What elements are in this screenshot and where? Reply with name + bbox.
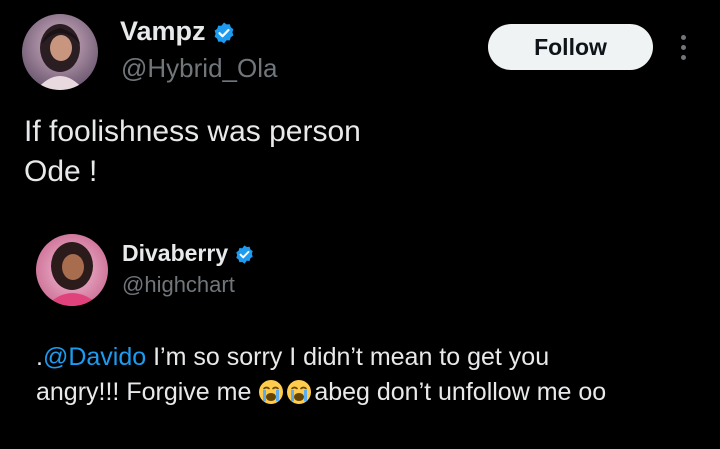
mention-link[interactable]: @Davido bbox=[43, 343, 146, 371]
loudly-crying-face-icon bbox=[286, 379, 312, 405]
quoted-text-line-1: .@Davido I’m so sorry I didn’t mean to g… bbox=[36, 340, 706, 375]
quoted-author-name[interactable]: Divaberry bbox=[122, 238, 255, 268]
more-options-icon[interactable] bbox=[676, 30, 690, 64]
author-name-text: Vampz bbox=[120, 16, 206, 46]
tweet-text-line-1: If foolishness was person bbox=[24, 115, 361, 148]
author-avatar[interactable] bbox=[22, 14, 98, 90]
author-name[interactable]: Vampz bbox=[120, 14, 236, 48]
quoted-text-line-2: angry!!! Forgive me abeg don’t unfollow … bbox=[36, 375, 706, 410]
verified-badge-icon bbox=[234, 244, 255, 265]
quoted-tweet-text: .@Davido I’m so sorry I didn’t mean to g… bbox=[36, 340, 706, 410]
tweet-text: If foolishness was person Ode ! bbox=[24, 112, 624, 192]
author-handle[interactable]: @Hybrid_Ola bbox=[121, 52, 277, 84]
quoted-text-prefix: . bbox=[36, 343, 43, 371]
quoted-author-avatar[interactable] bbox=[36, 234, 108, 306]
quoted-text-line-2-end: abeg don’t unfollow me oo bbox=[314, 378, 607, 406]
quoted-author-avatar-photo bbox=[36, 234, 108, 306]
verified-badge-icon bbox=[212, 21, 236, 45]
author-avatar-photo bbox=[22, 14, 98, 90]
follow-button[interactable]: Follow bbox=[488, 24, 653, 70]
tweet-text-line-2: Ode ! bbox=[24, 155, 98, 188]
quoted-author-name-text: Divaberry bbox=[122, 240, 229, 266]
loudly-crying-face-icon bbox=[258, 379, 284, 405]
quoted-author-handle[interactable]: @highchart bbox=[122, 271, 235, 299]
quoted-text-line-2-start: angry!!! Forgive me bbox=[36, 378, 259, 406]
quoted-text-line-1-rest: I’m so sorry I didn’t mean to get you bbox=[146, 343, 550, 371]
